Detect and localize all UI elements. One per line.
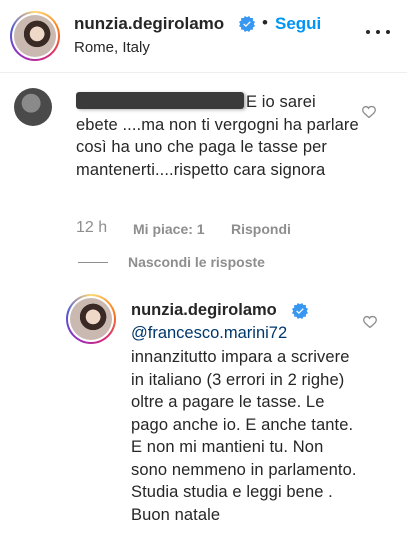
comment-time: 12 h <box>76 219 108 236</box>
reply-username[interactable]: nunzia.degirolamo <box>131 301 277 320</box>
heart-icon[interactable] <box>362 314 378 330</box>
comment-likes[interactable]: Mi piace: 1 <box>133 221 205 237</box>
verified-badge-icon <box>239 16 255 32</box>
reply-mention-link[interactable]: @francesco.marini72 <box>131 324 287 343</box>
header-separator: • <box>262 13 268 32</box>
header-location[interactable]: Rome, Italy <box>74 39 150 56</box>
hide-replies-button[interactable]: Nascondi le risposte <box>128 254 265 270</box>
commenter-avatar[interactable] <box>14 88 52 126</box>
follow-button[interactable]: Segui <box>275 14 321 34</box>
post-header: nunzia.degirolamo • Segui Rome, Italy <box>0 0 407 73</box>
header-username[interactable]: nunzia.degirolamo <box>74 14 224 34</box>
hide-replies-divider <box>78 262 108 263</box>
more-options-icon[interactable] <box>366 22 390 42</box>
reply-button[interactable]: Rispondi <box>231 221 291 237</box>
heart-icon[interactable] <box>361 104 377 120</box>
profile-avatar[interactable] <box>10 11 60 61</box>
redacted-username <box>76 92 244 109</box>
verified-badge-icon <box>292 303 308 319</box>
reply-avatar[interactable] <box>66 294 116 344</box>
comment-body: E io sarei ebete ....ma non ti vergogni … <box>76 91 361 181</box>
reply-text: innanzitutto impara a scrivere in italia… <box>131 348 357 524</box>
